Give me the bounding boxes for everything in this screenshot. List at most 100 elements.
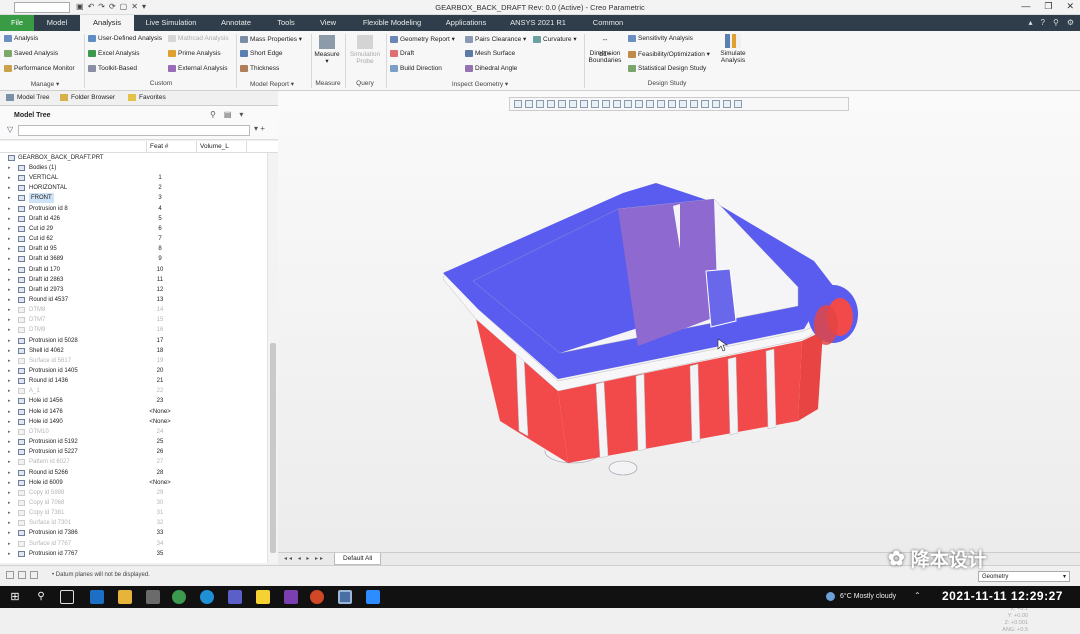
tree-item[interactable]: ▸ Copy id 7381 31 — [0, 508, 267, 518]
close-button[interactable]: ✕ — [1066, 1, 1074, 12]
toolkit-based-button[interactable]: Toolkit-Based — [88, 65, 137, 72]
tab-analysis[interactable]: Analysis — [80, 15, 134, 31]
expand-arrow-icon[interactable]: ▸ — [8, 336, 11, 346]
expand-arrow-icon[interactable]: ▸ — [8, 346, 11, 356]
tab-applications[interactable]: Applications — [436, 15, 496, 31]
tree-item[interactable]: ▸ A_1 22 — [0, 386, 267, 396]
column-volume[interactable]: Volume_L — [200, 143, 229, 150]
expand-arrow-icon[interactable]: ▸ — [8, 508, 11, 518]
tab-view[interactable]: View — [308, 15, 348, 31]
expand-arrow-icon[interactable]: ▸ — [8, 305, 11, 315]
expand-arrow-icon[interactable]: ▸ — [8, 417, 11, 427]
expand-arrow-icon[interactable]: ▸ — [8, 325, 11, 335]
tree-item[interactable]: ▸ HORIZONTAL 2 — [0, 183, 267, 193]
expand-arrow-icon[interactable]: ▸ — [8, 183, 11, 193]
tree-item[interactable]: ▸ Protrusion id 5192 25 — [0, 437, 267, 447]
tree-item[interactable]: ▸ Surface id 7301 32 — [0, 518, 267, 528]
pause-icon[interactable] — [723, 100, 731, 108]
group-inspect-geometry[interactable]: Inspect Geometry ▾ — [440, 80, 520, 88]
tree-item[interactable]: ▸ Protrusion id 5028 17 — [0, 336, 267, 346]
mass-properties-button[interactable]: Mass Properties ▾ — [240, 35, 302, 43]
excel-analysis-button[interactable]: Excel Analysis — [88, 50, 140, 57]
draft-button[interactable]: Draft — [390, 50, 414, 57]
column-feat-number[interactable]: Feat # — [150, 143, 168, 150]
tab-default-all[interactable]: Default All — [334, 553, 382, 565]
tab-model[interactable]: Model — [36, 15, 78, 31]
zoom-icon[interactable] — [366, 590, 380, 604]
short-edge-button[interactable]: Short Edge — [240, 50, 283, 57]
tree-item[interactable]: ▸ Draft id 426 5 — [0, 214, 267, 224]
app-icon[interactable] — [146, 590, 160, 604]
tree-item[interactable]: ▸ Cut id 62 7 — [0, 234, 267, 244]
help-icon[interactable]: ? — [1041, 18, 1045, 27]
teams-icon[interactable] — [228, 590, 242, 604]
datum-planes-icon[interactable] — [635, 100, 643, 108]
file-explorer-icon[interactable] — [118, 590, 132, 604]
expand-arrow-icon[interactable]: ▸ — [8, 528, 11, 538]
settings-icon[interactable]: ⚙ — [1067, 18, 1074, 27]
expand-arrow-icon[interactable]: ▸ — [8, 498, 11, 508]
tree-item[interactable]: ▸ Draft id 2863 11 — [0, 275, 267, 285]
tree-item[interactable]: ▸ FRONT 3 — [0, 193, 267, 204]
expand-arrow-icon[interactable]: ▸ — [8, 396, 11, 406]
view-normal-icon[interactable] — [558, 100, 566, 108]
sticky-notes-icon[interactable] — [256, 590, 270, 604]
expand-arrow-icon[interactable]: ▸ — [8, 407, 11, 417]
sensitivity-analysis-button[interactable]: Sensitivity Analysis — [628, 35, 693, 42]
expand-arrow-icon[interactable]: ▸ — [8, 366, 11, 376]
expand-arrow-icon[interactable]: ▸ — [8, 204, 11, 214]
tree-item[interactable]: ▸ DTM10 24 — [0, 427, 267, 437]
expand-arrow-icon[interactable]: ▸ — [8, 224, 11, 234]
group-model-report[interactable]: Model Report ▾ — [244, 80, 300, 88]
tree-item[interactable]: ▸ Draft id 170 10 — [0, 265, 267, 275]
tab-file[interactable]: File — [0, 15, 34, 31]
dihedral-angle-button[interactable]: Dihedral Angle — [465, 65, 517, 72]
datum-axes-icon[interactable] — [646, 100, 654, 108]
expand-arrow-icon[interactable]: ▸ — [8, 376, 11, 386]
tab-annotate[interactable]: Annotate — [208, 15, 264, 31]
show-navigator-icon[interactable] — [6, 571, 14, 579]
simulation-display-icon[interactable] — [712, 100, 720, 108]
expand-arrow-icon[interactable]: ▸ — [8, 193, 11, 203]
expand-arrow-icon[interactable]: ▸ — [8, 285, 11, 295]
show-browser-icon[interactable] — [18, 571, 26, 579]
expand-arrow-icon[interactable]: ▸ — [8, 163, 11, 173]
tree-item[interactable]: ▸ Round id 5266 28 — [0, 468, 267, 478]
build-direction-button[interactable]: Build Direction — [390, 65, 442, 72]
simulate-analysis-button[interactable]: Simulate Analysis — [716, 34, 750, 64]
tree-filters-icon[interactable]: ⚲ — [210, 110, 216, 119]
expand-arrow-icon[interactable]: ▸ — [8, 457, 11, 467]
display-style-icon[interactable] — [602, 100, 610, 108]
annotation-icon[interactable] — [679, 100, 687, 108]
tree-item[interactable]: ▸ Hole id 1490 <None> — [0, 417, 267, 427]
datum-display-icon[interactable] — [624, 100, 632, 108]
section-icon[interactable] — [613, 100, 621, 108]
expand-arrow-icon[interactable]: ▸ — [8, 173, 11, 183]
maximize-button[interactable]: ❐ — [1044, 1, 1052, 12]
tree-item[interactable]: ▸ Copy id 5998 29 — [0, 488, 267, 498]
feasibility-optimization-button[interactable]: Feasibility/Optimization ▾ — [628, 50, 710, 58]
powerpoint-icon[interactable] — [310, 590, 324, 604]
measure-button[interactable]: Measure ▾ — [313, 35, 341, 65]
full-screen-icon[interactable] — [30, 571, 38, 579]
show-hidden-icons[interactable]: ⌃ — [914, 591, 921, 600]
user-defined-analysis-button[interactable]: User-Defined Analysis — [88, 35, 162, 42]
tree-item[interactable]: ▸ Hole id 1476 <None> — [0, 407, 267, 417]
stop-icon[interactable] — [734, 100, 742, 108]
expand-arrow-icon[interactable]: ▸ — [8, 437, 11, 447]
expand-arrow-icon[interactable]: ▸ — [8, 549, 11, 559]
tree-settings-icon[interactable]: ▤ — [224, 110, 232, 119]
tree-item[interactable]: ▸ Protrusion id 7386 33 — [0, 528, 267, 538]
minimize-ribbon-icon[interactable]: ▴ — [1029, 18, 1033, 27]
expand-arrow-icon[interactable]: ▸ — [8, 356, 11, 366]
tree-item[interactable]: ▸ Draft id 2973 12 — [0, 285, 267, 295]
spin-center-icon[interactable] — [690, 100, 698, 108]
expand-arrow-icon[interactable]: ▸ — [8, 254, 11, 264]
tab-tools[interactable]: Tools — [266, 15, 306, 31]
saved-analysis-button[interactable]: Saved Analysis — [4, 50, 58, 57]
external-analysis-button[interactable]: External Analysis — [168, 65, 228, 72]
curvature-button[interactable]: Curvature ▾ — [533, 35, 577, 43]
expand-arrow-icon[interactable]: ▸ — [8, 478, 11, 488]
minimize-button[interactable]: — — [1021, 1, 1030, 12]
expand-arrow-icon[interactable]: ▸ — [8, 244, 11, 254]
